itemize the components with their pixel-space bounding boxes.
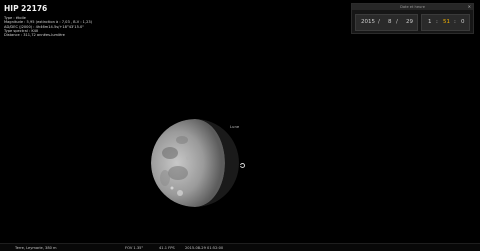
status-bar: Terre, Leymarie, 380 m FOV 1.35° 41.1 FP… xyxy=(0,243,480,251)
fps-status: 41.1 FPS xyxy=(159,245,175,250)
date-separator: / xyxy=(378,19,380,25)
time-separator: : xyxy=(436,19,438,25)
date-time-window: Date et heure ✕ 2015 / 8 / 29 1 : 51 : 0 xyxy=(351,3,474,34)
year-spinbox[interactable]: 2015 xyxy=(361,19,375,25)
second-spinbox[interactable]: 0 xyxy=(461,19,465,25)
datetime-status[interactable]: 2015-08-29 01:52:00 xyxy=(185,246,223,250)
object-name: HIP 22176 xyxy=(4,4,48,13)
object-info-panel: HIP 22176 Type : étoile Magnitude : 5,95… xyxy=(4,4,154,37)
date-field[interactable]: 2015 / 8 / 29 xyxy=(355,14,418,31)
object-distance: Distance : 311,72 années-lumière xyxy=(4,33,65,38)
minute-spinbox[interactable]: 51 xyxy=(443,19,450,25)
month-spinbox[interactable]: 8 xyxy=(388,19,392,25)
date-time-titlebar[interactable]: Date et heure ✕ xyxy=(352,4,473,10)
moon-disc[interactable] xyxy=(150,118,240,208)
fov-status: FOV 1.35° xyxy=(125,245,144,250)
location-status[interactable]: Terre, Leymarie, 380 m xyxy=(15,246,57,250)
moon-label: Lune xyxy=(230,124,240,129)
date-separator: / xyxy=(396,19,398,25)
close-icon[interactable]: ✕ xyxy=(468,4,471,10)
date-time-title: Date et heure xyxy=(400,5,425,9)
time-field[interactable]: 1 : 51 : 0 xyxy=(421,14,470,31)
time-separator: : xyxy=(454,19,456,25)
day-spinbox[interactable]: 29 xyxy=(406,19,413,25)
moon-image xyxy=(151,119,239,207)
hour-spinbox[interactable]: 1 xyxy=(428,19,432,25)
selection-marker-icon xyxy=(239,163,245,168)
